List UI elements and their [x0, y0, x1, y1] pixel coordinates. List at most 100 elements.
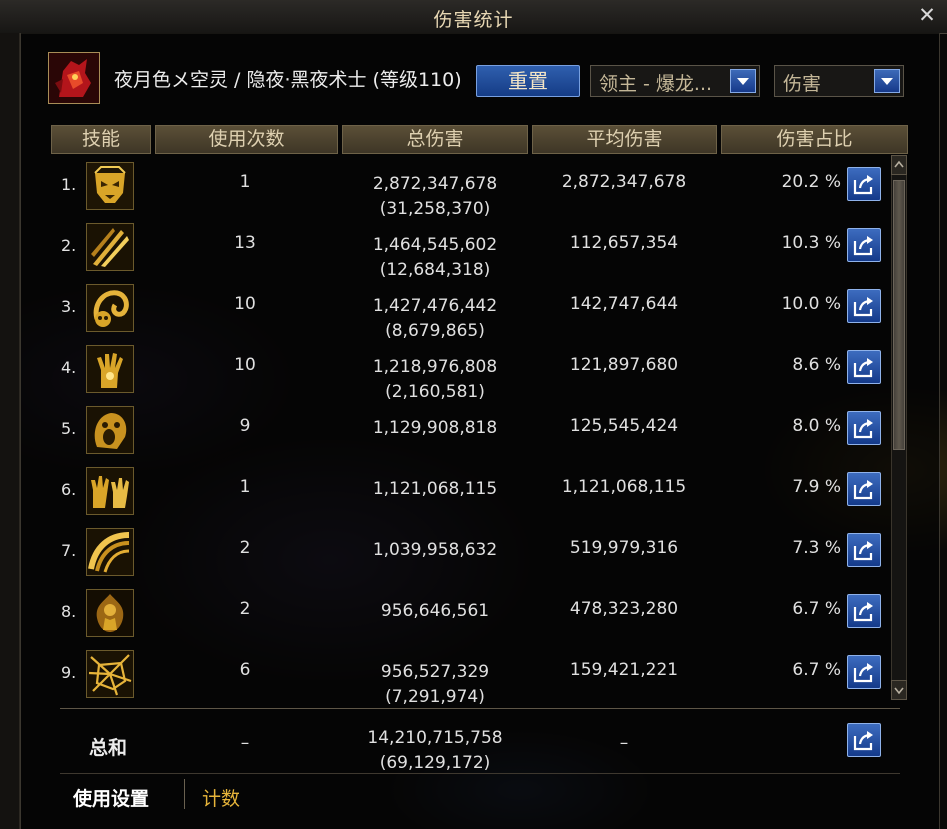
target-dropdown[interactable]: 领主 - 爆龙... [590, 65, 760, 97]
column-header-uses[interactable]: 使用次数 [155, 125, 338, 154]
table-row[interactable]: 8. 2 956,646,561 478,323,280 6.7 % [49, 582, 892, 643]
target-dropdown-value: 领主 - 爆龙... [599, 73, 713, 95]
summary-share-button[interactable] [847, 723, 881, 757]
scroll-down-button[interactable] [891, 680, 907, 700]
share-icon [853, 602, 873, 622]
table-row[interactable]: 2. 13 1,464,545,602 (12,684,318) 112,657,354… [49, 216, 892, 280]
column-header-damage-share[interactable]: 伤害占比 [721, 125, 908, 154]
row-total: 1,039,958,632 [340, 538, 530, 563]
sweeping-arc-skill-icon [86, 528, 134, 576]
row-share: 7.9 % [792, 477, 841, 497]
share-icon [853, 541, 873, 561]
table-row[interactable]: 6. 1 1,121,068,115 1,121,068,115 7.9 % [49, 460, 892, 521]
row-share-button[interactable] [847, 289, 881, 323]
row-uses: 2 [239, 599, 251, 619]
row-total: 1,427,476,442 (8,679,865) [340, 294, 530, 344]
chevron-down-icon[interactable] [874, 69, 900, 93]
row-total-value: 2,872,347,678 [372, 174, 498, 194]
column-header-total-damage[interactable]: 总伤害 [342, 125, 528, 154]
table-row[interactable]: 1. 1 2,872,347,678 (31,258,370) 2,872,347,67… [49, 155, 892, 219]
summary-divider [60, 708, 900, 709]
golden-mask-skill-icon [86, 162, 134, 210]
row-total-value: 956,527,329 [380, 662, 490, 682]
row-total-value: 1,464,545,602 [372, 235, 498, 255]
row-rank: 3. [61, 297, 77, 316]
share-icon [853, 175, 873, 195]
rising-hand-skill-icon [86, 345, 134, 393]
row-total-sub: (7,291,974) [385, 687, 485, 707]
row-average: 519,979,316 [569, 538, 679, 558]
twin-hands-skill-icon [86, 467, 134, 515]
share-icon [853, 663, 873, 683]
summary-total-value: 14,210,715,758 [367, 728, 503, 748]
chevron-down-icon[interactable] [730, 69, 756, 93]
row-average: 121,897,680 [569, 355, 679, 375]
row-share: 8.6 % [792, 355, 841, 375]
row-uses: 10 [234, 355, 256, 375]
share-icon [853, 419, 873, 439]
table-row[interactable]: 7. 2 1,039,958,632 519,979,316 7.3 % [49, 521, 892, 582]
share-icon [853, 297, 873, 317]
row-average: 142,747,644 [569, 294, 679, 314]
row-share-button[interactable] [847, 655, 881, 689]
claw-slash-skill-icon [86, 223, 134, 271]
row-rank: 7. [61, 541, 77, 560]
row-share: 6.7 % [792, 660, 841, 680]
row-rank: 8. [61, 602, 77, 621]
row-share-button[interactable] [847, 594, 881, 628]
row-share: 7.3 % [792, 538, 841, 558]
summary-average: – [619, 733, 629, 753]
row-rank: 2. [61, 236, 77, 255]
close-icon[interactable]: ✕ [917, 4, 937, 26]
row-share: 8.0 % [792, 416, 841, 436]
burning-figure-skill-icon [86, 589, 134, 637]
table-row[interactable]: 3. 10 1,427,476,442 (8,679,865) 142,747,644 1… [49, 277, 892, 341]
tab-count[interactable]: 计数 [202, 784, 240, 811]
table-row[interactable]: 4. 10 1,218,976,808 (2,160,581) 121,897,680 8… [49, 338, 892, 402]
reset-button[interactable]: 重置 [476, 65, 580, 97]
column-header-average-damage[interactable]: 平均伤害 [532, 125, 717, 154]
row-share-button[interactable] [847, 411, 881, 445]
screaming-face-skill-icon [86, 406, 134, 454]
row-share: 10.0 % [781, 294, 841, 314]
row-uses: 10 [234, 294, 256, 314]
row-total-value: 1,129,908,818 [372, 418, 498, 438]
row-share: 6.7 % [792, 599, 841, 619]
tab-separator [184, 779, 185, 809]
row-share-button[interactable] [847, 167, 881, 201]
mode-dropdown[interactable]: 伤害 [774, 65, 904, 97]
row-share-button[interactable] [847, 350, 881, 384]
row-share: 20.2 % [781, 172, 841, 192]
row-uses: 9 [239, 416, 251, 436]
shatter-web-skill-icon [86, 650, 134, 698]
row-rank: 9. [61, 663, 77, 682]
share-icon [853, 480, 873, 500]
row-average: 159,421,221 [569, 660, 679, 680]
row-share-button[interactable] [847, 228, 881, 262]
skill-list: 1. 1 2,872,347,678 (31,258,370) 2,872,347,67… [49, 155, 892, 707]
row-total: 956,646,561 [340, 599, 530, 624]
character-avatar [48, 52, 100, 104]
row-rank: 4. [61, 358, 77, 377]
row-average: 478,323,280 [569, 599, 679, 619]
row-share-button[interactable] [847, 472, 881, 506]
summary-total: 14,210,715,758 (69,129,172) [340, 726, 530, 776]
share-icon [853, 358, 873, 378]
table-row[interactable]: 9. 6 956,527,329 (7,291,974) 159,421,221 6.7 … [49, 643, 892, 707]
row-total: 1,218,976,808 (2,160,581) [340, 355, 530, 405]
row-average: 2,872,347,678 [561, 172, 687, 192]
row-share: 10.3 % [781, 233, 841, 253]
row-share-button[interactable] [847, 533, 881, 567]
row-uses: 1 [239, 477, 251, 497]
table-row[interactable]: 5. 9 1,129,908,818 125,545,424 8.0 % [49, 399, 892, 460]
row-rank: 1. [61, 175, 77, 194]
row-total-value: 1,121,068,115 [372, 479, 498, 499]
window-titlebar[interactable]: 伤害统计 ✕ [0, 0, 947, 34]
tab-usage-settings[interactable]: 使用设置 [73, 784, 149, 811]
skull-serpent-skill-icon [86, 284, 134, 332]
scrollbar-thumb[interactable] [893, 180, 905, 450]
scroll-up-button[interactable] [891, 155, 907, 175]
row-rank: 5. [61, 419, 77, 438]
row-average: 1,121,068,115 [561, 477, 687, 497]
column-header-skill[interactable]: 技能 [51, 125, 151, 154]
